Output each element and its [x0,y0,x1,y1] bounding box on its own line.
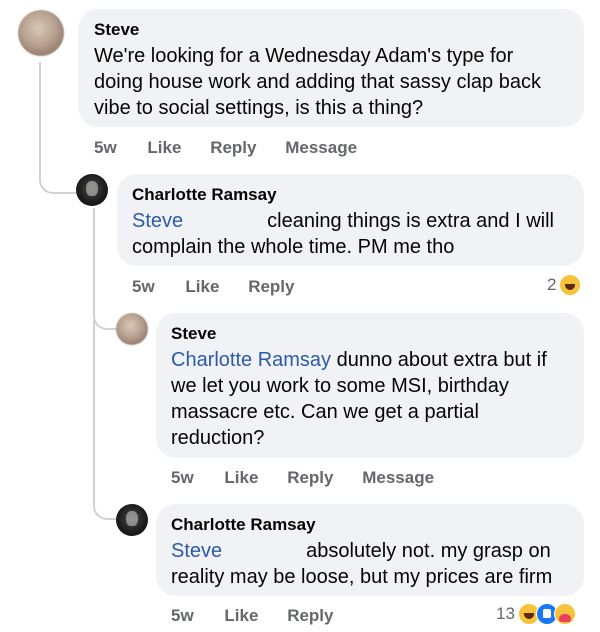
thread-line-reply [93,208,117,330]
reaction-count: 2 [547,275,557,294]
care-icon [553,603,576,625]
like-button[interactable]: Like [224,606,258,625]
comment-text: Steve cleaning things is extra and I wil… [132,208,554,258]
reply-button[interactable]: Reply [210,138,256,157]
comment-actions: 5w Like Reply [132,277,318,297]
reply-button[interactable]: Reply [287,606,333,625]
comment-text: Charlotte Ramsay dunno about extra but i… [171,349,547,449]
like-button[interactable]: Like [185,277,219,296]
thread-line-main [39,62,81,194]
timestamp[interactable]: 5w [132,277,155,296]
reply-button[interactable]: Reply [248,277,294,296]
message-button[interactable]: Message [285,138,357,157]
comment-author[interactable]: Charlotte Ramsay [132,185,277,205]
reaction-summary[interactable]: 2 [547,274,582,296]
like-button[interactable]: Like [224,468,258,487]
avatar[interactable] [18,10,64,56]
avatar[interactable] [116,504,148,536]
comment-author[interactable]: Steve [171,324,216,344]
haha-icon [559,274,582,296]
reaction-summary[interactable]: 13 [496,603,576,625]
redacted-area [183,208,268,234]
comment-text: We're looking for a Wednesday Adam's typ… [94,45,541,119]
timestamp[interactable]: 5w [171,468,194,487]
comment-author[interactable]: Steve [94,20,139,40]
reply-button[interactable]: Reply [287,468,333,487]
comment-actions: 5w Like Reply Message [171,468,458,488]
timestamp[interactable]: 5w [94,138,117,157]
comment-actions: 5w Like Reply Message [94,138,381,158]
mention-link[interactable]: Steve [171,540,222,562]
mention-link[interactable]: Charlotte Ramsay [171,349,331,371]
comment-actions: 5w Like Reply [171,606,357,626]
comment-author[interactable]: Charlotte Ramsay [171,515,316,535]
avatar[interactable] [116,313,148,345]
thread-line-reply [93,320,117,520]
message-button[interactable]: Message [362,468,434,487]
avatar[interactable] [76,174,108,206]
comment-text: Steve absolutely not. my grasp on realit… [171,538,553,588]
redacted-area [222,538,307,564]
timestamp[interactable]: 5w [171,606,194,625]
reaction-count: 13 [496,604,515,623]
like-button[interactable]: Like [147,138,181,157]
mention-link[interactable]: Steve [132,210,183,232]
